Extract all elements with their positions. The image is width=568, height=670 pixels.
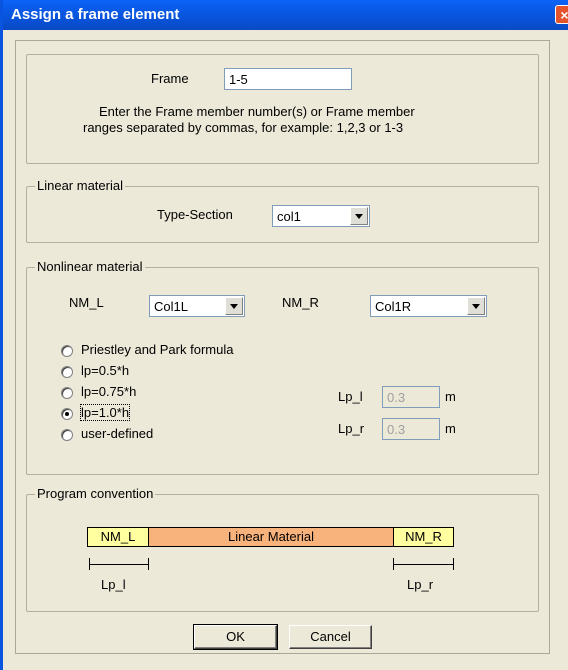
nm-r-value: Col1R [375, 299, 412, 314]
lp-l-label: Lp_l [338, 389, 363, 404]
nm-r-dropdown[interactable]: Col1R [370, 295, 487, 317]
chevron-down-icon[interactable] [225, 297, 243, 315]
dim-left-label: Lp_l [101, 577, 126, 592]
frame-label: Frame [151, 71, 189, 86]
linear-material-group: Linear material Type-Section col1 [26, 178, 539, 243]
program-convention-legend: Program convention [35, 486, 156, 501]
dim-left-tick-end [148, 558, 149, 570]
radio-user-defined[interactable] [61, 429, 73, 441]
radio-lp-075h[interactable] [61, 387, 73, 399]
chevron-down-icon[interactable] [467, 297, 485, 315]
convention-nm-l: NM_L [87, 527, 148, 547]
main-panel: Frame 1-5 Enter the Frame member number(… [15, 40, 550, 654]
radio-user-defined-label: user-defined [81, 426, 154, 441]
dim-right-line [393, 564, 454, 565]
radio-lp-10h[interactable] [61, 408, 73, 420]
type-section-dropdown[interactable]: col1 [272, 205, 370, 227]
nonlinear-material-group: Nonlinear material NM_L Col1L NM_R Col1R… [26, 259, 539, 475]
convention-nm-r: NM_R [394, 527, 454, 547]
nonlinear-material-legend: Nonlinear material [35, 259, 145, 274]
nm-l-value: Col1L [154, 299, 188, 314]
type-section-label: Type-Section [157, 207, 233, 222]
frame-input[interactable]: 1-5 [224, 68, 352, 90]
lp-l-unit: m [445, 389, 456, 404]
lp-r-unit: m [445, 421, 456, 436]
close-icon[interactable]: × [555, 5, 568, 24]
title-bar[interactable]: Assign a frame element × [3, 0, 568, 30]
dim-right-label: Lp_r [407, 577, 434, 592]
linear-material-legend: Linear material [35, 178, 125, 193]
frame-group: Frame 1-5 Enter the Frame member number(… [26, 54, 539, 164]
radio-priestley-label: Priestley and Park formula [81, 342, 234, 357]
lp-r-label: Lp_r [338, 421, 365, 436]
radio-lp-05h[interactable] [61, 366, 73, 378]
radio-lp-05h-label: lp=0.5*h [81, 363, 130, 378]
radio-lp-10h-label: lp=1.0*h [79, 404, 131, 421]
lp-r-input[interactable]: 0.3 [382, 418, 440, 440]
nm-l-label: NM_L [69, 295, 104, 310]
chevron-down-icon[interactable] [350, 207, 368, 225]
nm-l-dropdown[interactable]: Col1L [149, 295, 245, 317]
dim-left-line [89, 564, 149, 565]
lp-l-input[interactable]: 0.3 [382, 386, 440, 408]
program-convention-group: Program convention NM_L Linear Material … [26, 486, 539, 612]
dim-right-tick-end [453, 558, 454, 570]
radio-priestley[interactable] [61, 345, 73, 357]
convention-linear: Linear Material [148, 527, 394, 547]
dialog-window: Assign a frame element × Frame 1-5 Enter… [0, 0, 568, 670]
ok-button[interactable]: OK [193, 624, 278, 650]
radio-lp-075h-label: lp=0.75*h [81, 384, 137, 399]
frame-hint-line1: Enter the Frame member number(s) or Fram… [99, 104, 415, 119]
cancel-button[interactable]: Cancel [289, 625, 372, 649]
nm-r-label: NM_R [282, 295, 319, 310]
dialog-title: Assign a frame element [11, 6, 180, 23]
type-section-value: col1 [277, 209, 301, 224]
frame-hint-line2: ranges separated by commas, for example:… [83, 120, 404, 135]
